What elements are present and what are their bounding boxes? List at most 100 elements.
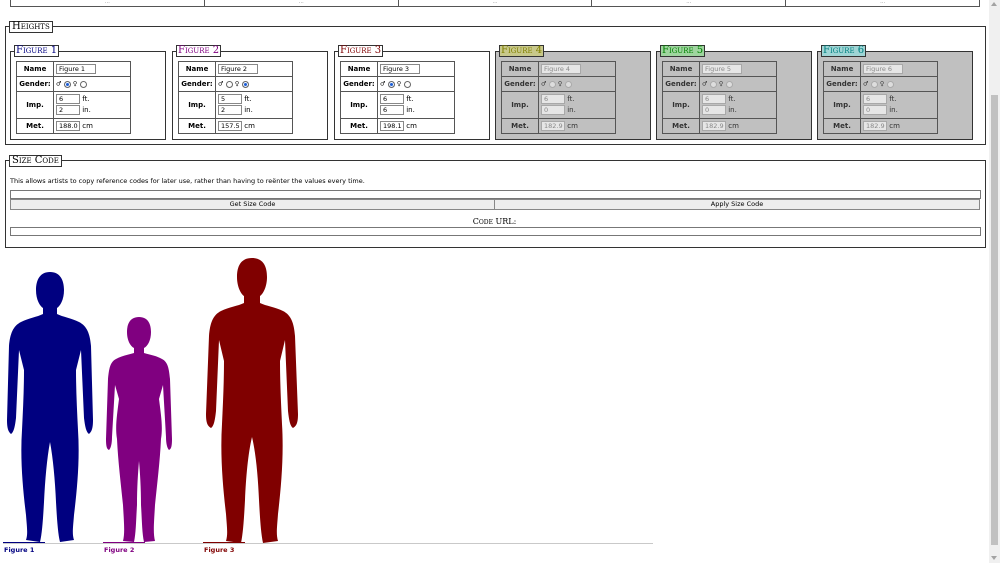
inches-unit: in.	[567, 106, 576, 114]
female-radio[interactable]	[886, 80, 894, 88]
male-symbol-icon: ♂	[380, 80, 386, 88]
scrollbar-thumb[interactable]	[991, 95, 998, 545]
male-radio[interactable]	[548, 80, 556, 88]
inches-input[interactable]: 2	[218, 105, 242, 115]
gender-label: Gender:	[501, 76, 539, 92]
inches-unit: in.	[244, 106, 253, 114]
male-radio[interactable]	[63, 80, 71, 88]
feet-unit: ft.	[567, 95, 575, 103]
inches-unit: in.	[728, 106, 737, 114]
figure-6-panel: Figure 6 Name Figure 6 Gender: ♂ ♀ Imp. …	[817, 45, 973, 140]
inches-unit: in.	[889, 106, 898, 114]
female-symbol-icon: ♀	[879, 80, 885, 88]
size-code-input[interactable]	[10, 190, 981, 199]
inches-input[interactable]: 6	[380, 105, 404, 115]
figure-3-silhouette	[206, 258, 298, 543]
code-url-input[interactable]	[10, 227, 981, 236]
figure-table: Name Figure 6 Gender: ♂ ♀ Imp. 6 ft. 0 i…	[823, 61, 938, 134]
cm-input[interactable]: 182.9	[541, 121, 565, 131]
name-label: Name	[823, 61, 861, 77]
male-radio[interactable]	[387, 80, 395, 88]
male-symbol-icon: ♂	[56, 80, 62, 88]
table-cell: …	[205, 0, 399, 6]
heights-legend: Heights	[9, 21, 53, 33]
previous-table-row: … … … … …	[10, 0, 980, 7]
cm-input[interactable]: 188.0	[56, 121, 80, 131]
figure-1-silhouette	[7, 272, 93, 542]
female-symbol-icon: ♀	[718, 80, 724, 88]
female-radio[interactable]	[79, 80, 87, 88]
figure-legend: Figure 4	[499, 45, 545, 57]
name-label: Name	[178, 61, 216, 77]
imperial-label: Imp.	[16, 91, 54, 119]
name-input[interactable]: Figure 3	[380, 64, 420, 74]
male-symbol-icon: ♂	[541, 80, 547, 88]
figure-2-panel: Figure 2 Name Figure 2 Gender: ♂ ♀ Imp. …	[172, 45, 328, 140]
figure-legend: Figure 5	[660, 45, 706, 57]
female-radio[interactable]	[241, 80, 249, 88]
inches-input[interactable]: 2	[56, 105, 80, 115]
female-radio[interactable]	[403, 80, 411, 88]
metric-label: Met.	[662, 118, 700, 134]
size-code-description: This allows artists to copy reference co…	[10, 177, 365, 185]
inches-input[interactable]: 0	[863, 105, 887, 115]
scroll-down-arrow-icon[interactable]	[991, 556, 997, 560]
feet-input[interactable]: 5	[218, 94, 242, 104]
vertical-scrollbar[interactable]	[989, 0, 1000, 563]
feet-input[interactable]: 6	[702, 94, 726, 104]
name-input[interactable]: Figure 6	[863, 64, 903, 74]
cm-input[interactable]: 182.9	[702, 121, 726, 131]
imperial-label: Imp.	[178, 91, 216, 119]
feet-input[interactable]: 6	[863, 94, 887, 104]
female-radio[interactable]	[725, 80, 733, 88]
feet-unit: ft.	[244, 95, 252, 103]
name-label: Name	[662, 61, 700, 77]
feet-input[interactable]: 6	[56, 94, 80, 104]
female-symbol-icon: ♀	[72, 80, 78, 88]
figure-3-baseline	[203, 542, 245, 543]
table-cell: …	[399, 0, 593, 6]
female-symbol-icon: ♀	[234, 80, 240, 88]
metric-label: Met.	[823, 118, 861, 134]
table-cell: …	[592, 0, 787, 6]
apply-size-code-button[interactable]: Apply Size Code	[494, 199, 980, 210]
chart-baseline	[3, 543, 653, 544]
scroll-up-arrow-icon[interactable]	[991, 2, 997, 6]
gender-label: Gender:	[823, 76, 861, 92]
metric-label: Met.	[501, 118, 539, 134]
inches-input[interactable]: 0	[541, 105, 565, 115]
name-input[interactable]: Figure 1	[56, 64, 96, 74]
male-symbol-icon: ♂	[863, 80, 869, 88]
cm-input[interactable]: 182.9	[863, 121, 887, 131]
figure-2-label: Figure 2	[104, 546, 135, 554]
figure-table: Name Figure 2 Gender: ♂ ♀ Imp. 5 ft. 2 i…	[178, 61, 293, 134]
figure-table: Name Figure 3 Gender: ♂ ♀ Imp. 6 ft. 6 i…	[340, 61, 455, 134]
figure-table: Name Figure 5 Gender: ♂ ♀ Imp. 6 ft. 0 i…	[662, 61, 777, 134]
feet-input[interactable]: 6	[541, 94, 565, 104]
name-label: Name	[340, 61, 378, 77]
feet-unit: ft.	[889, 95, 897, 103]
metric-label: Met.	[16, 118, 54, 134]
cm-input[interactable]: 157.5	[218, 121, 242, 131]
female-radio[interactable]	[564, 80, 572, 88]
figure-3-panel: Figure 3 Name Figure 3 Gender: ♂ ♀ Imp. …	[334, 45, 490, 140]
imperial-label: Imp.	[662, 91, 700, 119]
male-symbol-icon: ♂	[218, 80, 224, 88]
name-input[interactable]: Figure 4	[541, 64, 581, 74]
code-url-label: Code URL:	[472, 217, 517, 226]
feet-unit: ft.	[406, 95, 414, 103]
male-radio[interactable]	[709, 80, 717, 88]
male-radio[interactable]	[225, 80, 233, 88]
male-symbol-icon: ♂	[702, 80, 708, 88]
cm-input[interactable]: 198.1	[380, 121, 404, 131]
male-radio[interactable]	[870, 80, 878, 88]
name-input[interactable]: Figure 5	[702, 64, 742, 74]
inches-input[interactable]: 0	[702, 105, 726, 115]
feet-input[interactable]: 6	[380, 94, 404, 104]
figure-legend: Figure 3	[338, 45, 384, 57]
name-input[interactable]: Figure 2	[218, 64, 258, 74]
figure-legend: Figure 2	[176, 45, 222, 57]
get-size-code-button[interactable]: Get Size Code	[10, 199, 495, 210]
page: … … … … … Heights Figure 1 Name Figure 1…	[0, 0, 989, 563]
figure-legend: Figure 6	[821, 45, 867, 57]
